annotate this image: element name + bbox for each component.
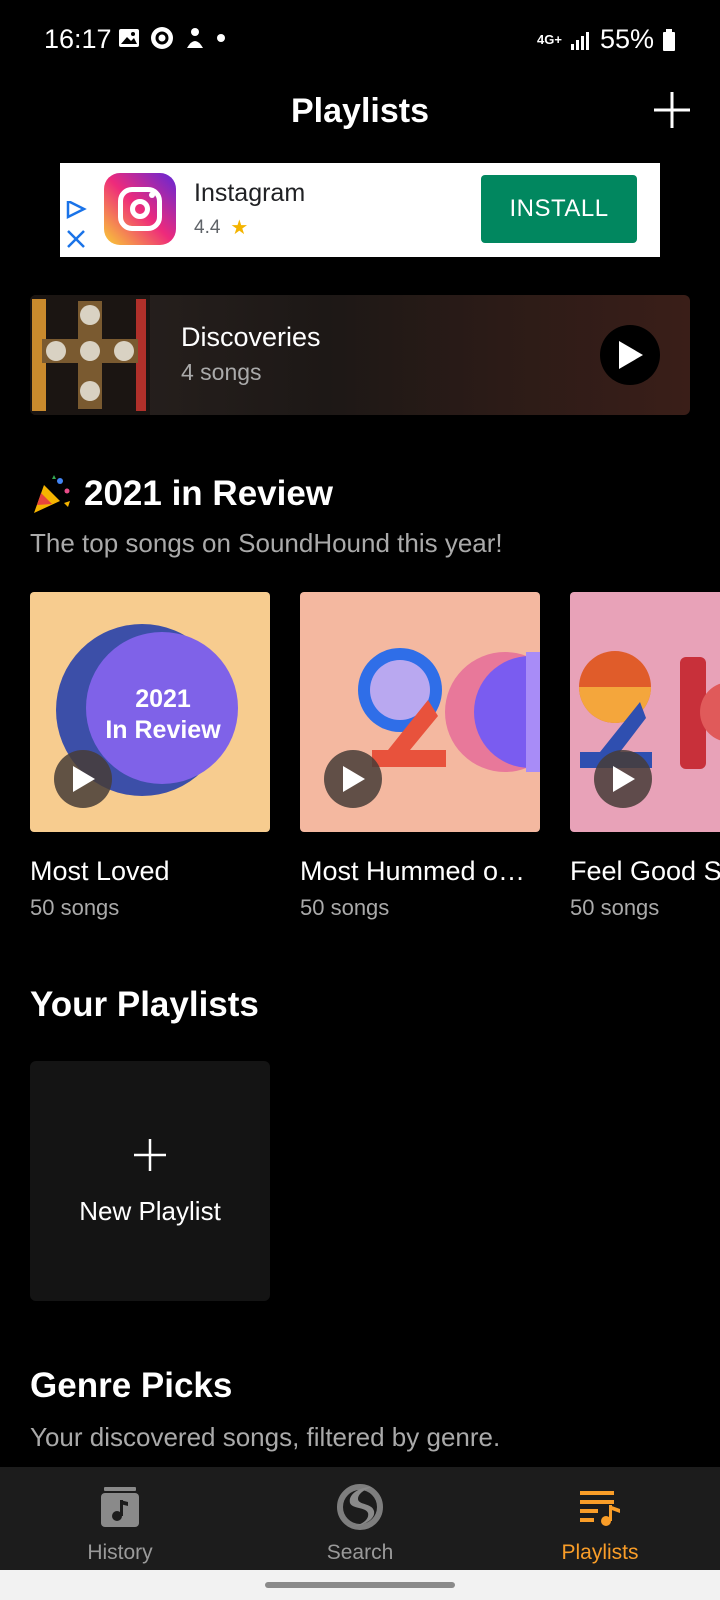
more-notifications-dot-icon — [217, 34, 225, 42]
genre-picks-subtitle: Your discovered songs, filtered by genre… — [30, 1422, 501, 1452]
page-title: Playlists — [291, 92, 429, 130]
ad-rating: 4.4 ★ — [194, 215, 248, 240]
app-header: Playlists — [0, 80, 720, 150]
nav-search-label: Search — [326, 1541, 394, 1564]
shazam-icon — [151, 27, 173, 49]
party-popper-icon — [34, 475, 70, 513]
card-title: Most Hummed o… — [300, 856, 526, 886]
new-playlist-button[interactable]: New Playlist — [30, 1061, 270, 1301]
playlist-art — [300, 592, 540, 832]
gesture-bar — [0, 1570, 720, 1600]
status-right: 4G+ 55% — [537, 24, 676, 55]
album-cover — [30, 295, 150, 415]
nav-history[interactable]: History — [0, 1467, 240, 1570]
soundhound-logo-icon — [337, 1484, 383, 1530]
discoveries-title: Discoveries — [181, 322, 321, 352]
play-icon — [619, 341, 643, 369]
ad-rating-value: 4.4 — [194, 216, 221, 238]
play-icon — [613, 766, 635, 792]
playlist-art — [570, 592, 720, 832]
gallery-icon — [119, 29, 139, 47]
review-title-text: 2021 in Review — [84, 474, 334, 513]
card-title: Most Loved — [30, 856, 170, 886]
home-indicator[interactable] — [265, 1582, 455, 1588]
nav-playlists-label: Playlists — [561, 1541, 639, 1564]
battery-percent: 55% — [599, 24, 654, 54]
bottom-nav: History Search Playlists — [0, 1467, 720, 1570]
discoveries-song-count: 4 songs — [181, 359, 262, 385]
play-button[interactable] — [600, 325, 660, 385]
install-button[interactable]: INSTALL — [481, 175, 637, 243]
new-playlist-label: New Playlist — [79, 1196, 221, 1226]
review-section-title: 2021 in Review — [30, 473, 333, 515]
playlist-icon — [580, 1491, 620, 1526]
star-icon: ★ — [230, 217, 249, 239]
plus-icon[interactable] — [650, 88, 694, 132]
ad-banner[interactable]: Instagram 4.4 ★ INSTALL — [60, 163, 660, 257]
card-song-count: 50 songs — [30, 895, 120, 920]
ad-app-name: Instagram — [194, 179, 306, 207]
genre-picks-title: Genre Picks — [30, 1366, 233, 1405]
playlist-card[interactable]: Most Hummed o… 50 songs — [300, 592, 540, 921]
nav-playlists[interactable]: Playlists — [480, 1467, 720, 1570]
review-subtitle: The top songs on SoundHound this year! — [30, 528, 503, 558]
card-title: Feel Good S — [570, 856, 720, 886]
card-song-count: 50 songs — [300, 895, 390, 920]
status-bar: 16:17 4G+ 55% — [0, 0, 720, 80]
card-song-count: 50 songs — [570, 895, 660, 920]
instagram-logo-icon — [104, 173, 176, 245]
play-button[interactable] — [54, 750, 112, 808]
playlist-art: 2021 In Review — [30, 592, 270, 832]
music-note-icon — [101, 1487, 139, 1527]
signal-icon — [570, 31, 589, 50]
playlist-card[interactable]: 2021 In Review Most Loved 50 songs — [30, 592, 270, 921]
your-playlists-title: Your Playlists — [30, 985, 259, 1024]
plus-icon — [134, 1139, 166, 1171]
notification-icons — [118, 26, 226, 50]
status-time: 16:17 — [44, 24, 112, 54]
play-button[interactable] — [324, 750, 382, 808]
play-icon — [343, 766, 365, 792]
network-label: 4G+ — [537, 32, 562, 47]
nav-history-label: History — [87, 1541, 153, 1564]
nav-search[interactable]: Search — [240, 1467, 480, 1570]
playlist-card[interactable]: Feel Good S 50 songs — [570, 592, 720, 921]
discoveries-banner[interactable]: Discoveries 4 songs — [30, 295, 690, 415]
adchoices-icon[interactable] — [64, 201, 90, 251]
play-icon — [73, 766, 95, 792]
notification-app-icon — [187, 28, 203, 48]
battery-icon — [663, 28, 675, 51]
art-label: 2021 In Review — [105, 685, 221, 744]
play-button[interactable] — [594, 750, 652, 808]
